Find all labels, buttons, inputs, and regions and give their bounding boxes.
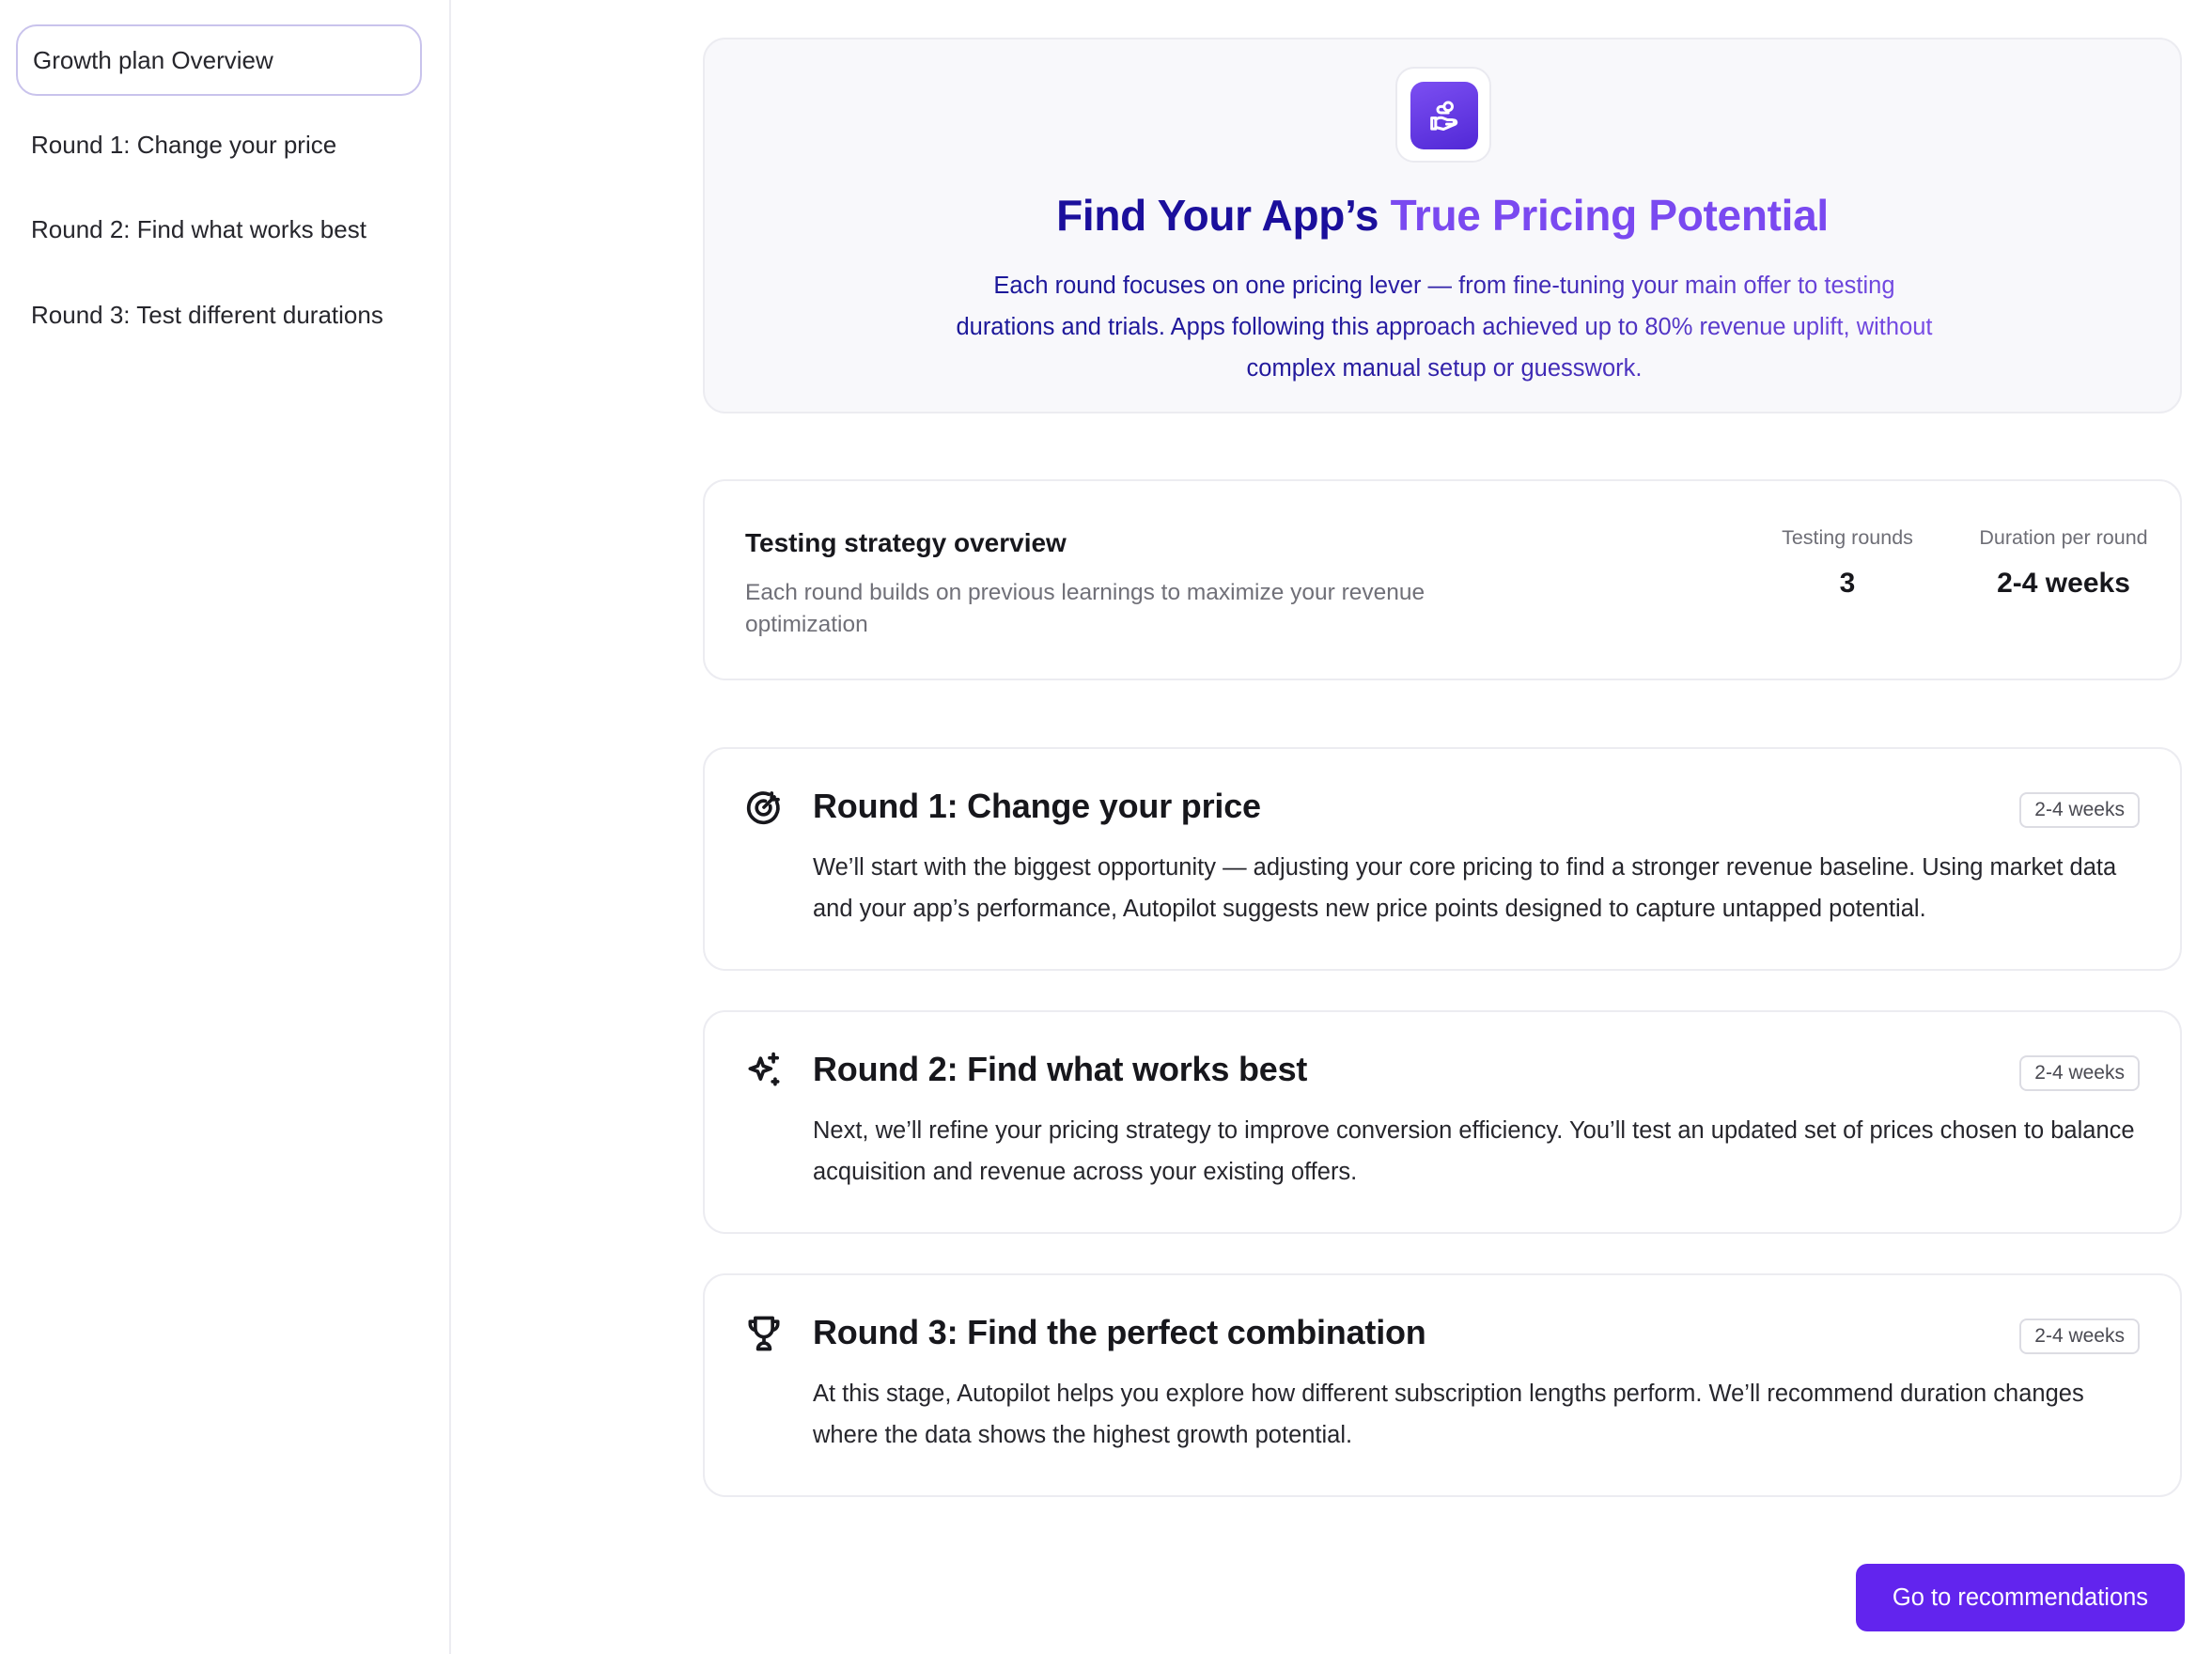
round-card: Round 3: Find the perfect combination 2-…: [703, 1273, 2182, 1497]
sidebar-item-label: Round 2: Find what works best: [31, 214, 366, 243]
sidebar-item-round-3[interactable]: Round 3: Test different durations: [16, 279, 422, 351]
strategy-description: Each round builds on previous learnings …: [745, 580, 1425, 637]
trophy-icon: [748, 1316, 780, 1351]
strategy-title: Testing strategy overview: [745, 528, 1067, 557]
go-to-recommendations-button[interactable]: Go to recommendations: [1856, 1564, 2185, 1631]
round-card: Round 1: Change your price 2-4 weeks We’…: [703, 747, 2182, 971]
hero-icon-frame: [1395, 67, 1491, 163]
hero-title-part2: True Pricing Potential: [1390, 191, 1830, 240]
round-title: Round 2: Find what works best: [813, 1050, 1308, 1088]
round-title: Round 1: Change your price: [813, 787, 1261, 825]
stat-value-duration: 2-4 weeks: [1997, 568, 2130, 599]
round-title: Round 3: Find the perfect combination: [813, 1313, 1426, 1351]
sidebar: Growth plan Overview Round 1: Change you…: [0, 0, 451, 1654]
stat-value-testing-rounds: 3: [1839, 568, 1856, 599]
sidebar-item-round-2[interactable]: Round 2: Find what works best: [16, 194, 422, 265]
hero-description: Each round focuses on one pricing lever …: [942, 265, 1947, 389]
sidebar-item-growth-plan-overview[interactable]: Growth plan Overview: [16, 24, 422, 96]
stat-label-duration: Duration per round: [1979, 526, 2148, 549]
sparkles-icon: [748, 1052, 780, 1086]
sidebar-item-label: Growth plan Overview: [33, 45, 273, 74]
target-icon: [746, 791, 780, 825]
sidebar-item-label: Round 3: Test different durations: [31, 300, 383, 329]
duration-badge: 2-4 weeks: [2019, 1319, 2140, 1354]
sidebar-item-label: Round 1: Change your price: [31, 130, 337, 159]
hand-coins-icon: [1410, 82, 1478, 149]
round-description: We’ll start with the biggest opportunity…: [813, 854, 2117, 922]
round-description: At this stage, Autopilot helps you explo…: [813, 1381, 2084, 1448]
hero-title: Find Your App’s True Pricing Potential: [705, 190, 2180, 241]
duration-badge: 2-4 weeks: [2019, 1055, 2140, 1091]
round-card: Round 2: Find what works best 2-4 weeks …: [703, 1010, 2182, 1234]
stat-label-testing-rounds: Testing rounds: [1782, 526, 1913, 549]
hero-title-part1: Find Your App’s: [1056, 191, 1391, 240]
hero-card: Find Your App’s True Pricing Potential E…: [703, 38, 2182, 414]
duration-badge: 2-4 weeks: [2019, 792, 2140, 828]
sidebar-item-round-1[interactable]: Round 1: Change your price: [16, 109, 422, 180]
strategy-overview-card: Testing strategy overview Each round bui…: [703, 479, 2182, 680]
round-description: Next, we’ll refine your pricing strategy…: [813, 1117, 2135, 1185]
